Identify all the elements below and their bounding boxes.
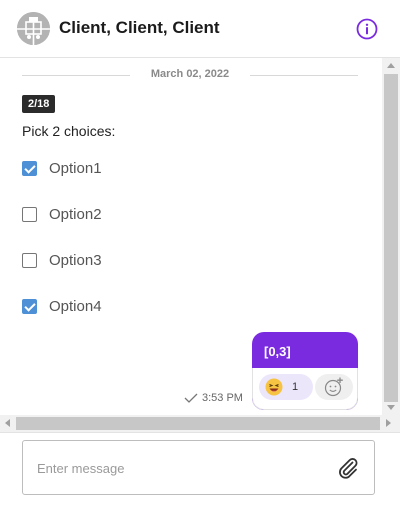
- option-checkbox[interactable]: [22, 206, 37, 222]
- poll-option-3[interactable]: Option3: [22, 250, 102, 270]
- poll-option-2[interactable]: Option2: [22, 204, 102, 224]
- option-label: Option1: [49, 159, 102, 177]
- option-label: Option4: [49, 297, 102, 315]
- date-separator: March 02, 2022: [22, 67, 358, 83]
- option-checkbox[interactable]: [22, 298, 37, 314]
- chat-title: Client, Client, Client: [59, 18, 220, 37]
- scroll-left-arrow-icon[interactable]: [5, 419, 10, 427]
- message-input[interactable]: [37, 458, 327, 478]
- scrollbar-thumb[interactable]: [384, 74, 398, 402]
- reaction-bar: 1: [252, 368, 358, 410]
- reaction-count: 1: [292, 381, 299, 393]
- message-time: 3:53 PM: [202, 392, 243, 404]
- option-label: Option2: [49, 205, 102, 223]
- option-checkbox[interactable]: [22, 252, 37, 268]
- paperclip-icon: [339, 458, 358, 479]
- poll-counter-badge: 2/18: [22, 95, 56, 113]
- option-label: Option3: [49, 251, 102, 269]
- scroll-down-arrow-icon[interactable]: [387, 405, 395, 410]
- check-icon: [184, 393, 198, 403]
- add-reaction-button[interactable]: [315, 374, 353, 400]
- message-list: March 02, 2022 2/18 Pick 2 choices: Opti…: [0, 58, 400, 415]
- group-avatar-icon[interactable]: [17, 12, 50, 45]
- horizontal-scrollbar[interactable]: [0, 415, 400, 432]
- attach-button[interactable]: [336, 456, 360, 480]
- message-input-box[interactable]: [22, 440, 375, 495]
- poll-option-1[interactable]: Option1: [22, 158, 102, 178]
- message-text: [0,3]: [264, 344, 291, 359]
- poll-option-4[interactable]: Option4: [22, 296, 102, 316]
- outgoing-message-bubble[interactable]: [0,3] 1: [252, 332, 358, 410]
- message-composer: [0, 432, 400, 521]
- date-label: March 02, 2022: [138, 68, 242, 80]
- reaction-chip[interactable]: 1: [259, 374, 313, 400]
- add-reaction-icon: [324, 377, 343, 397]
- scroll-up-arrow-icon[interactable]: [387, 63, 395, 68]
- scrollbar-thumb[interactable]: [16, 417, 380, 430]
- poll-question: Pick 2 choices:: [22, 123, 116, 139]
- info-icon[interactable]: [356, 18, 378, 40]
- message-status: 3:53 PM: [184, 392, 243, 404]
- option-checkbox[interactable]: [22, 160, 37, 176]
- scroll-right-arrow-icon[interactable]: [386, 419, 391, 427]
- chat-header: Client, Client, Client: [0, 0, 400, 58]
- laughing-emoji-icon: [265, 378, 283, 396]
- vertical-scrollbar[interactable]: [382, 58, 400, 415]
